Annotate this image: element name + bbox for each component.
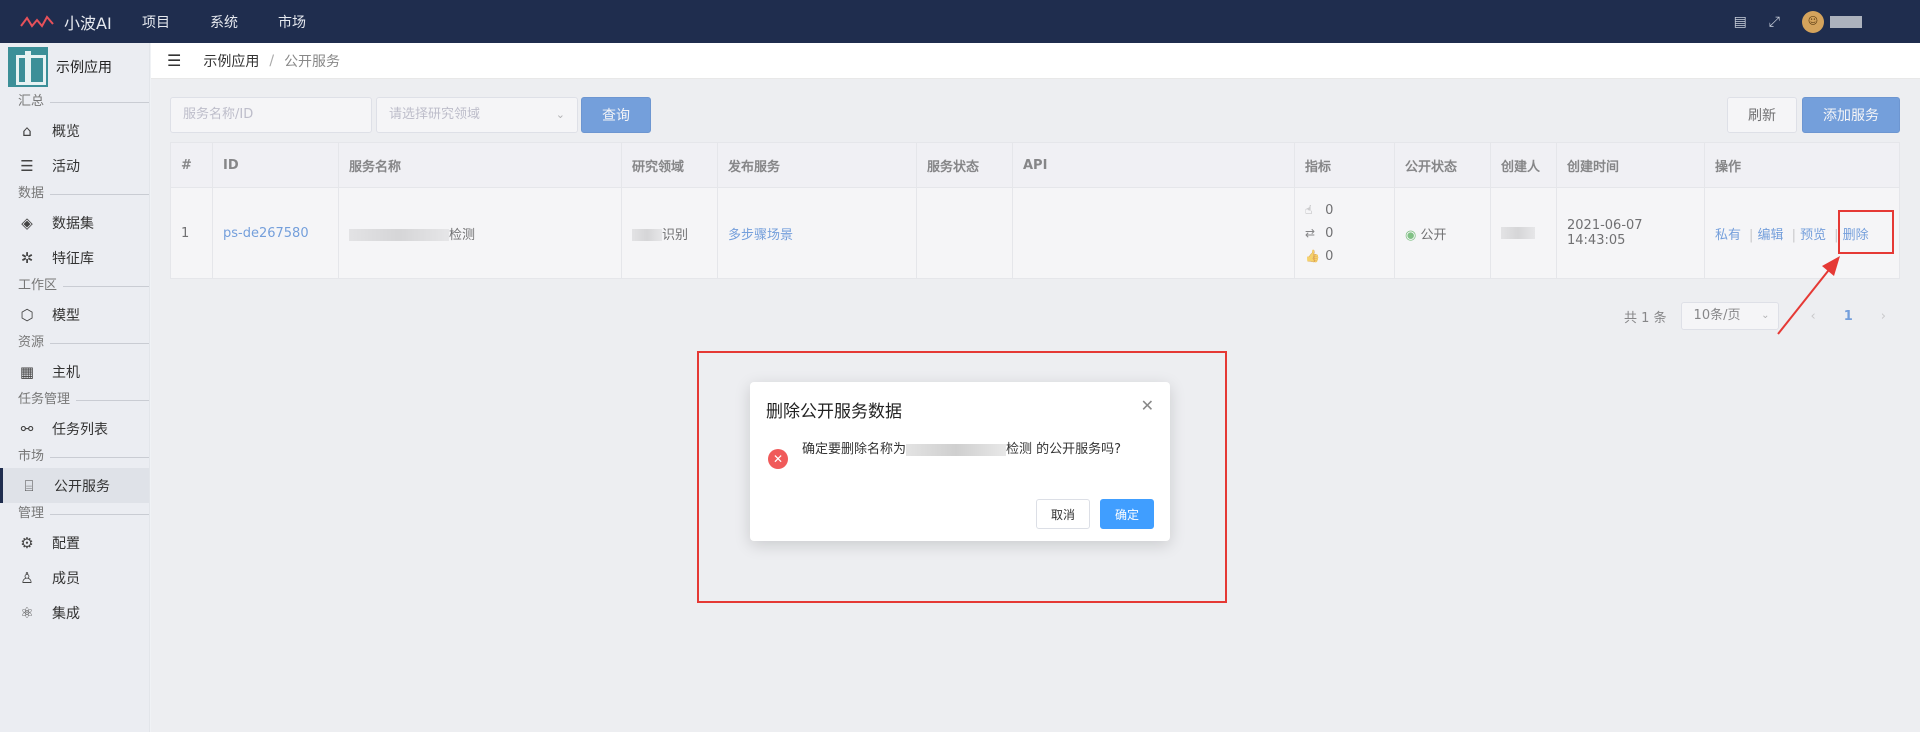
sidebar: 示例应用 汇总 ⌂ 概览 ☰ 活动 数据 ◈ 数据集 ✲ 特征库 工作区 ⬡ 模型 资源 …: [0, 43, 150, 732]
top-bar: 小波AI 项目 系统 市场 ▤ ⤢ ☺: [0, 0, 1920, 43]
group-tasks: 任务管理: [0, 389, 149, 411]
breadcrumb-current: 公开服务: [284, 53, 341, 70]
group-workspace: 工作区: [0, 275, 149, 297]
server-icon: ▦: [19, 362, 35, 381]
breadcrumb-separator: /: [269, 52, 275, 69]
sidebar-item-models[interactable]: ⬡ 模型: [0, 297, 149, 332]
red-arrow-icon: [1777, 256, 1840, 335]
group-market: 市场: [0, 446, 149, 468]
network-icon: ✲: [20, 248, 34, 267]
sidebar-item-hosts[interactable]: ▦ 主机: [0, 354, 149, 389]
dialog-message: 确定要删除名称为 检测 的公开服务吗?: [802, 442, 1122, 457]
document-icon[interactable]: ▤: [1734, 14, 1747, 30]
sidebar-item-overview[interactable]: ⌂ 概览: [0, 113, 149, 148]
app-header[interactable]: 示例应用: [0, 43, 149, 91]
brand-name: 小波AI: [64, 13, 112, 33]
nav-market[interactable]: 市场: [278, 12, 306, 32]
fullscreen-icon[interactable]: ⤢: [1769, 14, 1780, 30]
share-icon: ⚯: [20, 419, 34, 438]
app-logo-icon: [8, 47, 48, 87]
cancel-button[interactable]: 取消: [1035, 499, 1090, 529]
sidebar-item-members[interactable]: ♙ 成员: [0, 560, 149, 595]
app-name: 示例应用: [56, 60, 112, 76]
users-icon: ♙: [20, 568, 34, 587]
group-admin: 管理: [0, 503, 149, 525]
sidebar-item-public-services[interactable]: ⌸ 公开服务: [0, 468, 149, 503]
user-name-redacted[interactable]: [1830, 15, 1862, 28]
sidebar-item-config[interactable]: ⚙ 配置: [0, 525, 149, 560]
confirm-button[interactable]: 确定: [1099, 499, 1154, 529]
sidebar-item-task-list[interactable]: ⚯ 任务列表: [0, 411, 149, 446]
nav-system[interactable]: 系统: [210, 12, 238, 32]
highlight-delete-frame: [1838, 210, 1894, 254]
group-resources: 资源: [0, 332, 149, 354]
store-icon: ⌸: [24, 476, 34, 495]
group-data: 数据: [0, 183, 149, 205]
activity-icon: ☰: [20, 156, 34, 175]
gear-icon: ⚙: [20, 533, 34, 552]
nav-project[interactable]: 项目: [142, 12, 170, 32]
sidebar-item-activity[interactable]: ☰ 活动: [0, 148, 149, 183]
sidebar-item-integrations[interactable]: ⚛ 集成: [0, 595, 149, 630]
sidebar-item-datasets[interactable]: ◈ 数据集: [0, 205, 149, 240]
avatar[interactable]: ☺: [1802, 10, 1824, 33]
brand[interactable]: 小波AI: [0, 10, 142, 34]
dialog-title: 删除公开服务数据: [766, 402, 902, 422]
redacted-service-name: [906, 443, 1007, 456]
delete-confirm-dialog: 删除公开服务数据 ✕ ✕ 确定要删除名称为 检测 的公开服务吗? 取消 确定: [750, 382, 1170, 541]
sidebar-item-features[interactable]: ✲ 特征库: [0, 240, 149, 275]
breadcrumb: ☰ 示例应用 / 公开服务: [151, 43, 1920, 79]
model-icon: ⬡: [20, 305, 34, 324]
menu-toggle-icon[interactable]: ☰: [167, 51, 181, 70]
breadcrumb-app[interactable]: 示例应用: [203, 51, 259, 71]
atom-icon: ⚛: [20, 603, 34, 622]
home-icon: ⌂: [22, 121, 32, 140]
group-summary: 汇总: [0, 91, 149, 113]
wave-logo-icon: [20, 14, 54, 28]
error-icon: ✕: [768, 449, 788, 469]
cube-icon: ◈: [21, 213, 33, 232]
close-icon[interactable]: ✕: [1141, 396, 1154, 415]
